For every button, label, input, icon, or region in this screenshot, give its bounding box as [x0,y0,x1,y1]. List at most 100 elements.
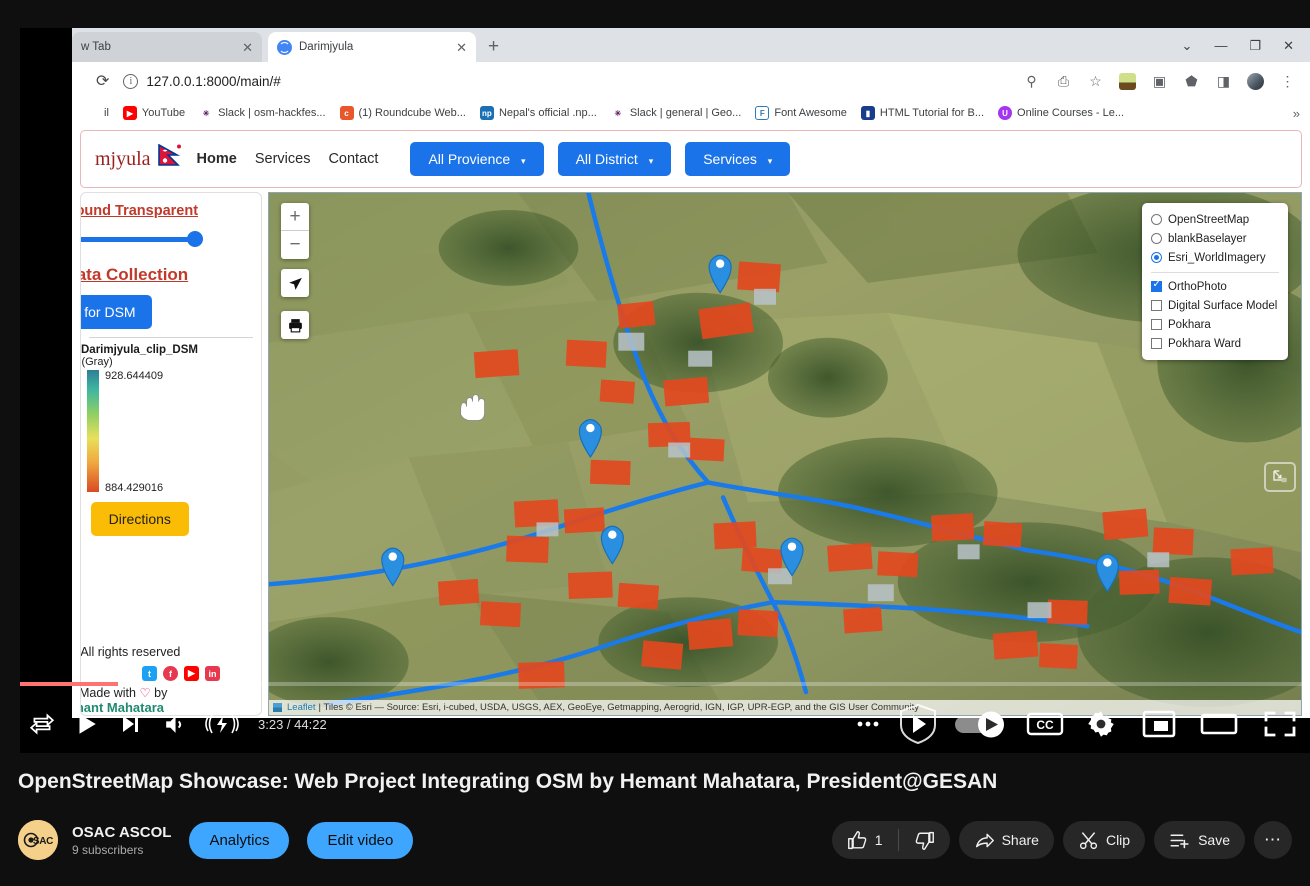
settings-button[interactable] [1072,702,1130,746]
all-provience-dropdown[interactable]: All Provience ▾ [410,142,543,176]
site-info-icon[interactable]: i [123,74,138,89]
facebook-icon[interactable]: f [163,666,178,681]
map-zoom-controls[interactable]: + − [281,203,309,259]
reload-icon[interactable]: ⟳ [96,71,109,91]
video-player-stage[interactable]: w Tab ✕ Darimjyula ✕ + ⌄ — ❐ ✕ ⟳ [20,28,1310,753]
channel-avatar[interactable]: SAC [18,820,58,860]
overlay-orthophoto[interactable]: OrthoPhoto [1151,277,1279,296]
checkbox-icon[interactable] [1151,338,1162,349]
minimize-button[interactable]: — [1214,39,1227,52]
close-window-button[interactable]: ✕ [1283,39,1294,52]
overlay-pokhara-ward[interactable]: Pokhara Ward [1151,334,1279,353]
share-button[interactable]: Share [959,821,1054,859]
globe-icon [277,40,292,55]
maximize-button[interactable]: ❐ [1249,39,1261,52]
radio-icon-selected[interactable] [1151,252,1162,263]
extensions-puzzle-icon[interactable]: ⬟ [1183,73,1200,90]
fullscreen-button[interactable] [1250,702,1310,746]
autoplay-wave-button[interactable] [196,702,248,746]
share-icon[interactable]: ⎙ [1055,73,1072,90]
autoplay-toggle[interactable] [946,702,1018,746]
browser-omnibox-row: ⟳ i 127.0.0.1:8000/main/# ⚲ ⎙ ☆ ▣ ⬟ ◨ ⋮ [72,62,1310,100]
all-district-dropdown[interactable]: All District ▾ [558,142,672,176]
theater-mode-button[interactable] [1188,702,1250,746]
bookmark-item[interactable]: ▶ YouTube [116,106,192,120]
bookmarks-overflow-icon[interactable]: » [1293,106,1304,121]
browser-tab-active[interactable]: Darimjyula ✕ [268,32,476,62]
bookmark-item[interactable]: c (1) Roundcube Web... [333,106,473,120]
more-actions-button[interactable]: ⋯ [1254,821,1292,859]
youtube-icon[interactable]: ▶ [184,666,199,681]
volume-button[interactable] [152,702,196,746]
nav-link-home[interactable]: Home [197,151,237,167]
share-pill[interactable]: Share [959,821,1054,859]
save-button[interactable]: Save [1154,821,1245,859]
brand-logo-text[interactable]: mjyula [95,148,151,171]
more-options-button[interactable] [846,702,890,746]
close-icon[interactable]: ✕ [456,41,467,54]
nav-link-services[interactable]: Services [255,151,311,167]
services-dropdown[interactable]: Services ▾ [685,142,790,176]
zoom-in-button[interactable]: + [281,203,309,231]
checkbox-icon-checked[interactable] [1151,281,1162,292]
extension-icon[interactable] [1119,73,1136,90]
bookmark-item[interactable]: F Font Awesome [748,106,854,120]
bookmark-item[interactable]: ▮ HTML Tutorial for B... [854,106,991,120]
analytics-button[interactable]: Analytics [189,822,289,859]
transparency-slider[interactable] [80,229,249,249]
chrome-menu-icon[interactable]: ⋮ [1279,73,1296,90]
linkedin-icon[interactable]: in [205,666,220,681]
clip-button[interactable]: Clip [1063,821,1145,859]
checkbox-icon[interactable] [1151,300,1162,311]
nav-link-contact[interactable]: Contact [328,151,378,167]
browser-tab-inactive[interactable]: w Tab ✕ [72,32,262,62]
bookmark-item[interactable]: il [78,106,116,120]
radio-icon[interactable] [1151,233,1162,244]
dislike-button[interactable] [899,821,950,859]
twitter-icon[interactable]: t [142,666,157,681]
clip-pill[interactable]: Clip [1063,821,1145,859]
print-map-button[interactable] [281,311,309,339]
legend-for-dsm-button[interactable]: end for DSM [80,295,152,329]
bookmark-item[interactable]: ✳ Slack | osm-hackfes... [192,106,332,120]
overlay-pokhara[interactable]: Pokhara [1151,315,1279,334]
slider-handle[interactable] [187,231,203,247]
video-progress-bar[interactable] [20,682,1310,686]
edit-video-button[interactable]: Edit video [307,822,413,859]
checkbox-icon[interactable] [1151,319,1162,330]
bookmark-item[interactable]: np Nepal's official .np... [473,106,604,120]
side-panel-icon[interactable]: ◨ [1215,73,1232,90]
next-video-button[interactable] [108,702,152,746]
loop-button[interactable] [20,702,64,746]
channel-name[interactable]: OSAC ASCOL [72,824,171,841]
bookmark-item[interactable]: ✳ Slack | general | Geo... [604,106,749,120]
bookmark-star-icon[interactable]: ☆ [1087,73,1104,90]
overlay-digital-surface-model[interactable]: Digital Surface Model [1151,296,1279,315]
location-pin-icon[interactable]: ⚲ [1023,73,1040,90]
profile-avatar[interactable] [1247,73,1264,90]
base-layer-blankbaselayer[interactable]: blankBaselayer [1151,229,1279,248]
sidebar-partial-button[interactable]: m [80,502,81,536]
base-layer-esri-worldimagery[interactable]: Esri_WorldImagery [1151,248,1279,267]
zoom-out-button[interactable]: − [281,231,309,259]
locate-me-button[interactable] [281,269,309,297]
directions-button[interactable]: Directions [91,502,189,536]
close-icon[interactable]: ✕ [242,41,253,54]
shield-play-button[interactable] [890,702,946,746]
picture-in-picture-icon[interactable]: ▣ [1151,73,1168,90]
base-layer-openstreetmap[interactable]: OpenStreetMap [1151,210,1279,229]
new-tab-button[interactable]: + [488,37,499,56]
collapse-overlay-icon[interactable] [1264,462,1296,492]
captions-button[interactable]: CC [1018,702,1072,746]
radio-icon[interactable] [1151,214,1162,225]
chevron-down-icon[interactable]: ⌄ [1182,39,1193,52]
bookmark-item[interactable]: U Online Courses - Le... [991,106,1131,120]
leaflet-map[interactable]: + − [268,192,1302,716]
layer-control-panel[interactable]: OpenStreetMap blankBaselayer Esri_WorldI… [1142,203,1288,360]
miniplayer-button[interactable] [1130,702,1188,746]
play-button[interactable] [64,702,108,746]
base-layer-label: blankBaselayer [1168,233,1247,245]
save-pill[interactable]: Save [1154,821,1245,859]
like-button[interactable]: 1 [832,821,898,859]
address-bar-url[interactable]: 127.0.0.1:8000/main/# [146,74,1023,89]
